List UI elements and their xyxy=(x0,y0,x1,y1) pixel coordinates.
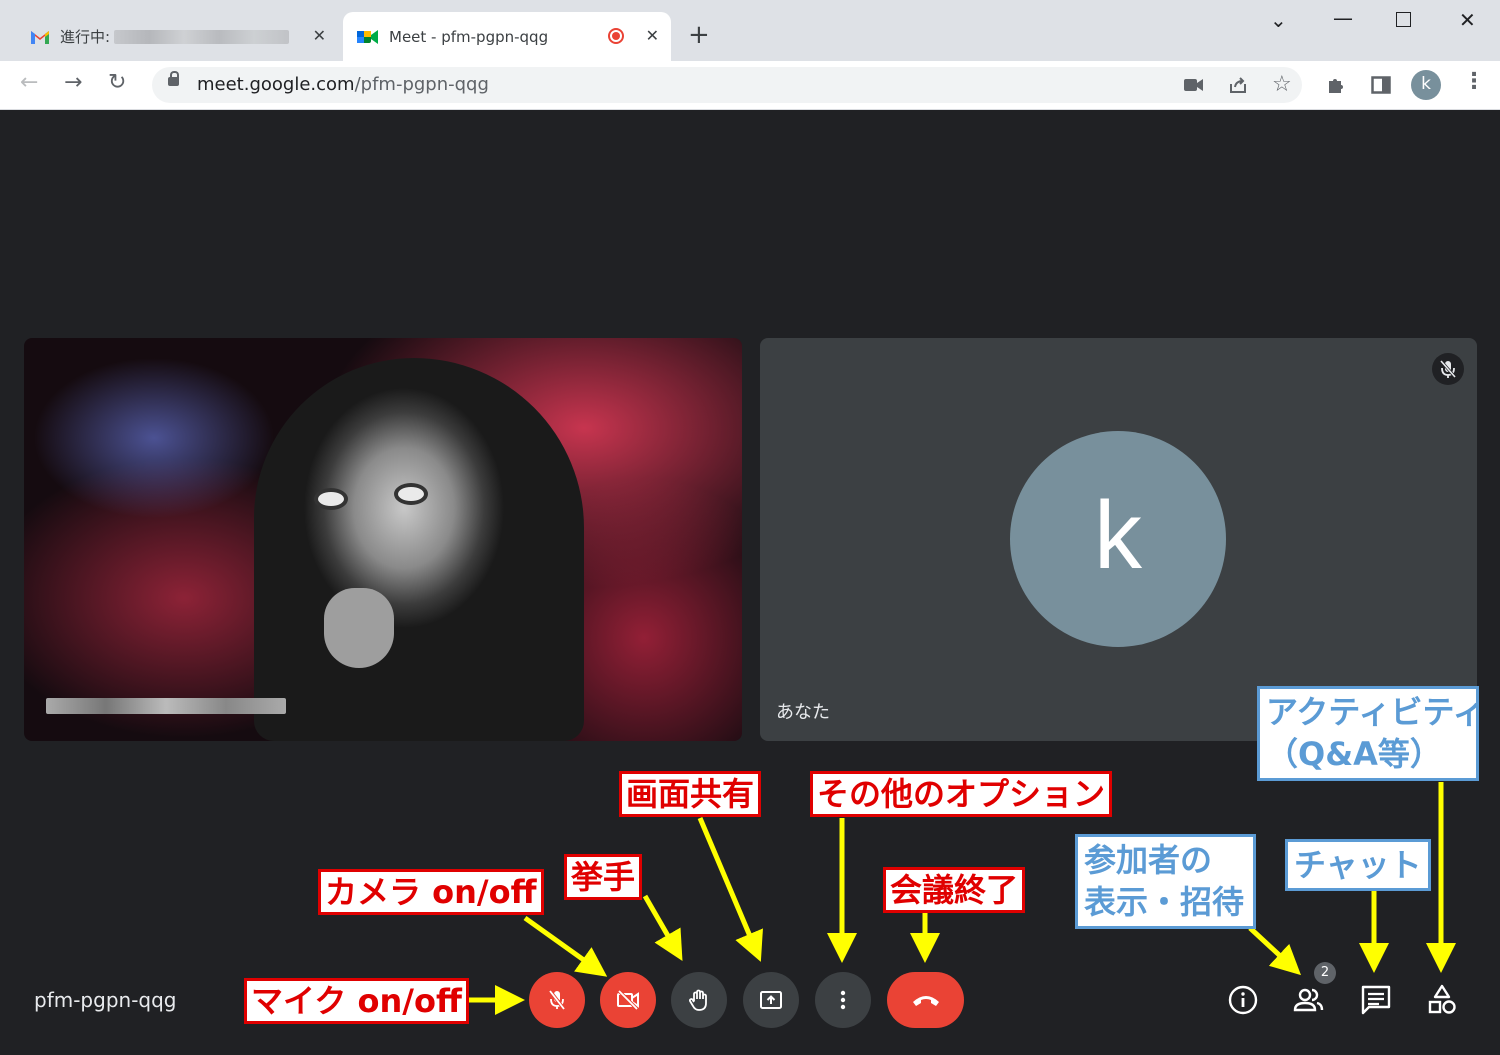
blurred-title xyxy=(114,29,290,44)
share-screen-button[interactable] xyxy=(743,972,799,1028)
callout-raise-hand: 挙手 xyxy=(564,854,643,900)
more-vert-icon xyxy=(840,990,846,1010)
tab-title: 進行中: xyxy=(60,28,111,46)
lock-icon xyxy=(168,71,179,86)
profile-avatar[interactable]: k xyxy=(1411,70,1441,100)
arrow-share xyxy=(697,817,763,962)
back-icon[interactable]: ← xyxy=(20,70,38,95)
close-window-icon[interactable]: ✕ xyxy=(1459,8,1476,32)
tab-title: Meet - pfm-pgpn-qqg xyxy=(389,27,549,46)
menu-icon[interactable]: ⋮ xyxy=(1463,69,1485,94)
participant-name-blurred xyxy=(46,698,286,714)
tab-meet[interactable]: Meet - pfm-pgpn-qqg ✕ xyxy=(343,12,671,61)
recording-icon xyxy=(608,28,624,44)
activities-icon[interactable] xyxy=(1424,982,1460,1018)
meeting-code: pfm-pgpn-qqg xyxy=(34,988,177,1012)
callout-more-options: その他のオプション xyxy=(810,771,1113,817)
callout-activities-line1: アクティビティ xyxy=(1266,693,1479,731)
share-icon[interactable] xyxy=(1228,75,1248,95)
callout-people-line1: 参加者の xyxy=(1084,841,1213,879)
meeting-info-icon[interactable] xyxy=(1225,982,1261,1018)
raise-hand-button[interactable] xyxy=(671,972,727,1028)
tab-gmail[interactable]: 進行中: ✕ xyxy=(18,12,338,61)
callout-people-line2: 表示・招待 xyxy=(1084,883,1245,921)
camera-off-icon xyxy=(617,989,639,1011)
callout-activities-line2: （Q&A等） xyxy=(1266,735,1442,773)
reload-icon[interactable]: ↻ xyxy=(108,70,126,95)
close-icon[interactable]: ✕ xyxy=(646,26,659,45)
video-detail xyxy=(314,488,348,510)
camera-status-icon[interactable] xyxy=(1184,78,1204,92)
end-call-button[interactable] xyxy=(887,972,964,1028)
participant-count-badge: 2 xyxy=(1314,962,1336,984)
callout-share-screen: 画面共有 xyxy=(619,771,762,817)
forward-icon[interactable]: → xyxy=(64,70,82,95)
new-tab-button[interactable]: + xyxy=(688,20,710,50)
tab-strip: 進行中: ✕ Meet - pfm-pgpn-qqg ✕ + ⌄ — ✕ xyxy=(0,0,1500,61)
callout-camera: カメラ on/off xyxy=(318,869,544,915)
people-icon[interactable] xyxy=(1291,982,1327,1018)
hand-icon xyxy=(689,989,707,1011)
arrow-people xyxy=(1248,926,1302,976)
video-detail xyxy=(324,588,394,668)
callout-chat: チャット xyxy=(1285,839,1431,891)
participant-tile-remote[interactable] xyxy=(24,338,742,741)
address-bar[interactable]: meet.google.com/pfm-pgpn-qqg ☆ xyxy=(152,67,1302,103)
participant-video xyxy=(254,358,584,741)
participant-tile-self[interactable]: k あなた xyxy=(760,338,1477,741)
arrow-camera xyxy=(523,915,608,977)
video-detail xyxy=(394,483,428,505)
chat-icon[interactable] xyxy=(1358,982,1394,1018)
extensions-icon[interactable] xyxy=(1326,75,1346,95)
camera-toggle-button[interactable] xyxy=(600,972,656,1028)
tab-search-icon[interactable]: ⌄ xyxy=(1270,8,1287,32)
more-options-button[interactable] xyxy=(815,972,871,1028)
meet-icon xyxy=(357,29,378,44)
mic-off-icon xyxy=(548,989,566,1011)
callout-activities: アクティビティ （Q&A等） xyxy=(1257,686,1479,781)
callout-people: 参加者の 表示・招待 xyxy=(1075,834,1256,929)
minimize-icon[interactable]: — xyxy=(1333,6,1353,30)
star-icon[interactable]: ☆ xyxy=(1272,72,1292,97)
callout-mic: マイク on/off xyxy=(244,978,469,1024)
url-text: meet.google.com/pfm-pgpn-qqg xyxy=(197,74,489,95)
muted-indicator xyxy=(1432,353,1464,385)
browser-toolbar: ← → ↻ meet.google.com/pfm-pgpn-qqg ☆ k ⋮ xyxy=(0,61,1500,110)
gmail-icon xyxy=(31,30,49,44)
self-avatar: k xyxy=(1010,431,1226,647)
mic-toggle-button[interactable] xyxy=(529,972,585,1028)
mic-off-icon xyxy=(1439,360,1457,378)
callout-end-call: 会議終了 xyxy=(883,867,1026,913)
present-icon xyxy=(760,991,782,1009)
close-icon[interactable]: ✕ xyxy=(313,26,326,45)
maximize-icon[interactable] xyxy=(1396,12,1411,27)
side-panel-icon[interactable] xyxy=(1371,75,1391,95)
self-name-label: あなた xyxy=(776,702,830,723)
arrow-raise-hand xyxy=(642,894,683,961)
hang-up-icon xyxy=(913,996,939,1006)
